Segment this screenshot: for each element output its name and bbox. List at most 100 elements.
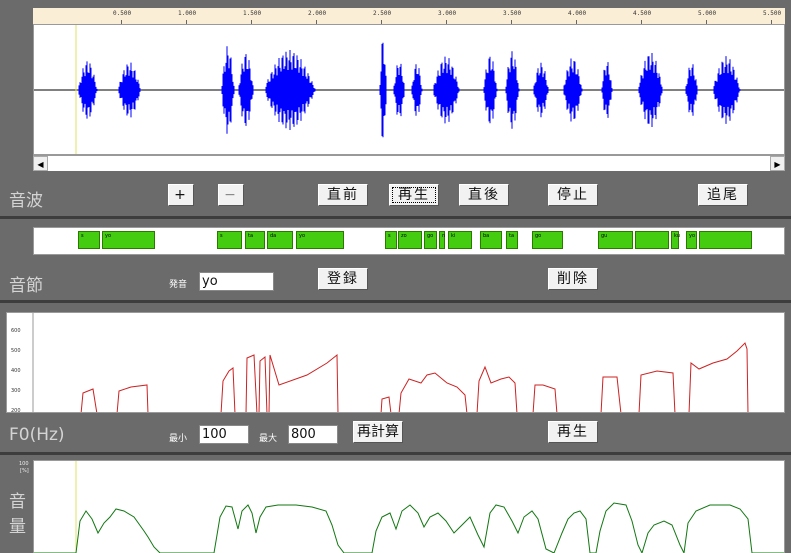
syllable-segment[interactable]: zo (398, 231, 422, 249)
f0-contour-segment (638, 370, 676, 412)
f0-contour-segment (268, 353, 339, 412)
syllable-segment-label: n (442, 233, 446, 239)
volume-svg (34, 461, 784, 553)
ruler-tick (706, 20, 707, 24)
syllable-segment-label: go (427, 233, 434, 239)
volume-section-label-2: 量 (9, 517, 26, 537)
ruler-tick (121, 20, 122, 24)
ruler-tick (316, 20, 317, 24)
syllable-segment[interactable]: yo (686, 231, 697, 249)
syllable-segment-label: s (81, 233, 84, 239)
syllable-segment-label: ta (509, 233, 515, 239)
syllable-track[interactable]: s yo s ta da yo s zo go n ki ba ta go gu ku yo (33, 227, 785, 255)
f0-max-input[interactable]: 800 (288, 425, 338, 444)
syllable-segment-label: ta (248, 233, 254, 239)
syllable-segment[interactable]: yo (296, 231, 344, 249)
f0-min-input[interactable]: 100 (199, 425, 249, 444)
syllable-segment[interactable]: ku (671, 231, 680, 249)
syllable-segment-label: ki (451, 233, 456, 239)
syllable-segment-label: yo (299, 233, 306, 239)
ruler-tick (511, 20, 512, 24)
f0-contour-segment (398, 372, 468, 412)
f0-svg: 600 500 400 300 200 (11, 313, 749, 413)
syllable-segment-label: go (535, 233, 542, 239)
f0-panel: 600 500 400 300 200 F0(Hz) 最小 100 最大 800 再計算… (0, 300, 791, 452)
waveform-scrollbar[interactable]: ◀ ▶ (33, 155, 785, 171)
scroll-right-icon[interactable]: ▶ (770, 156, 785, 171)
f0-contour-segment (688, 342, 749, 412)
ruler-tick (251, 20, 252, 24)
volume-y-top-label: 100 (19, 461, 29, 467)
ruler-tick (186, 20, 187, 24)
ruler-tick-label: 0.500 (113, 10, 132, 17)
syllable-segment[interactable]: da (267, 231, 293, 249)
f0-contour-segment (380, 396, 392, 412)
ruler-tick (381, 20, 382, 24)
syllable-segment-label: ku (674, 233, 680, 239)
volume-y-unit-label: [%] (20, 468, 29, 474)
syllable-segment[interactable]: yo (102, 231, 155, 249)
syllable-segment[interactable]: ki (448, 231, 472, 249)
syllable-segment[interactable]: ta (245, 231, 265, 249)
ruler-tick-label: 5.500 (763, 10, 782, 17)
waveform-svg (34, 25, 784, 154)
ruler-tick (576, 20, 577, 24)
syllable-segment[interactable]: s (385, 231, 397, 249)
volume-plot[interactable] (33, 460, 785, 553)
zoom-out-button[interactable]: − (218, 184, 244, 206)
syllable-segment[interactable]: s (217, 231, 242, 249)
ruler-tick-label: 1.000 (178, 10, 197, 17)
ruler-tick (771, 20, 772, 24)
syllable-segment[interactable]: s (78, 231, 100, 249)
ruler-tick (641, 20, 642, 24)
f0-y-tick-label: 300 (11, 388, 21, 394)
f0-y-tick-label: 500 (11, 348, 21, 354)
scroll-left-icon[interactable]: ◀ (33, 156, 48, 171)
f0-y-tick-label: 200 (11, 408, 21, 413)
ruler-tick (446, 20, 447, 24)
syllable-segment[interactable]: n (439, 231, 445, 249)
syllable-panel: s yo s ta da yo s zo go n ki ba ta go gu ku yo 音節 発音 yo … (0, 216, 791, 300)
syllable-segment[interactable]: go (424, 231, 437, 249)
f0-contour-segment (245, 354, 258, 412)
volume-panel: 100 [%] 音 量 (0, 452, 791, 553)
ruler-tick-label: 5.000 (698, 10, 717, 17)
delete-button[interactable]: 削除 (548, 268, 598, 290)
recalculate-button[interactable]: 再計算 (353, 421, 403, 443)
f0-y-tick-label: 600 (11, 328, 21, 334)
f0-contour-segment (532, 384, 558, 412)
f0-min-label: 最小 (169, 434, 188, 444)
f0-plot[interactable]: 600 500 400 300 200 (6, 312, 785, 413)
ruler-tick-label: 3.000 (438, 10, 457, 17)
f0-play-button[interactable]: 再生 (548, 421, 598, 443)
ruler-tick-label: 4.000 (568, 10, 587, 17)
waveform-view[interactable] (33, 25, 785, 155)
f0-contour-segment (116, 384, 149, 412)
volume-curve (34, 502, 784, 553)
stop-button[interactable]: 停止 (548, 184, 598, 206)
syllable-segment[interactable] (699, 231, 752, 249)
syllable-segment-label: da (270, 233, 277, 239)
syllable-segment[interactable]: gu (598, 231, 633, 249)
ruler-tick-label: 3.500 (503, 10, 522, 17)
syllable-segment[interactable] (635, 231, 669, 249)
wave-panel: 0.500 1.000 1.500 2.000 2.500 3.000 3.500 4.000… (0, 0, 791, 216)
f0-max-label: 最大 (259, 434, 278, 444)
syllable-segment[interactable]: go (532, 231, 563, 249)
play-button[interactable]: 再生 (389, 184, 439, 206)
ruler-tick-label: 4.500 (633, 10, 652, 17)
play-next-button[interactable]: 直後 (459, 184, 509, 206)
follow-button[interactable]: 追尾 (698, 184, 748, 206)
syllable-segment[interactable]: ta (506, 231, 518, 249)
ruler-tick-label: 1.500 (243, 10, 262, 17)
volume-section-label-1: 音 (9, 492, 26, 512)
syllable-segment-label: zo (401, 233, 407, 239)
pronunciation-input[interactable]: yo (199, 272, 274, 291)
syllable-segment-label: gu (601, 233, 608, 239)
syllable-segment[interactable]: ba (480, 231, 502, 249)
f0-contour-segment (258, 355, 268, 412)
f0-contour-segment (600, 376, 622, 412)
register-button[interactable]: 登録 (318, 268, 368, 290)
zoom-in-button[interactable]: + (168, 184, 194, 206)
play-previous-button[interactable]: 直前 (318, 184, 368, 206)
